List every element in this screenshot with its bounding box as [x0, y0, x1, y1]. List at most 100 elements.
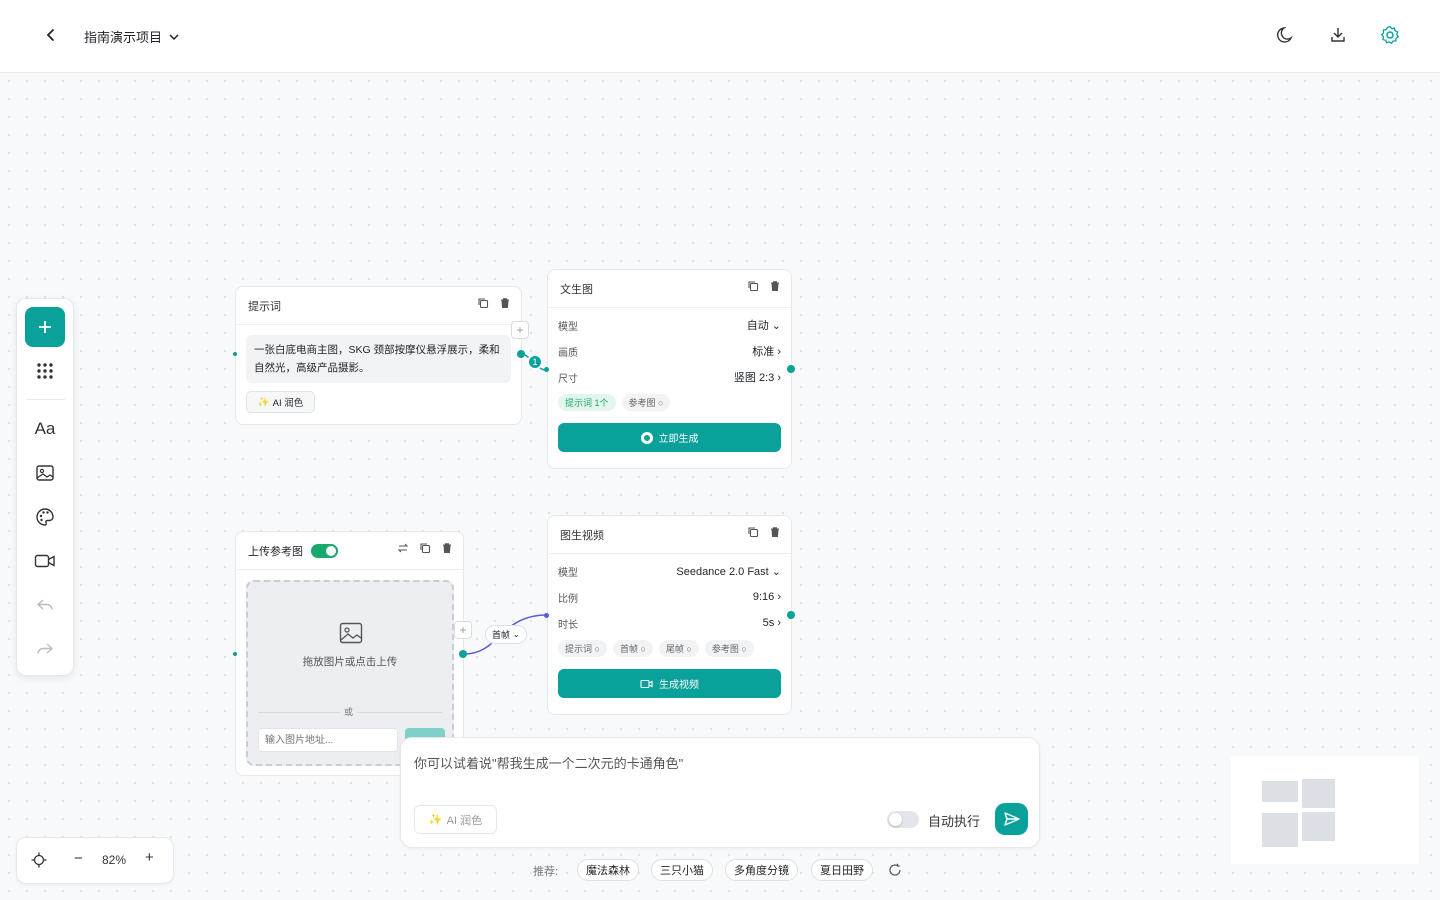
- chevron-right-icon: ›: [777, 346, 781, 358]
- copy-icon[interactable]: [477, 297, 489, 309]
- zoom-in-button[interactable]: +: [145, 849, 154, 866]
- zoom-out-button[interactable]: −: [74, 850, 83, 867]
- auto-execute-toggle[interactable]: [887, 811, 919, 828]
- recommend-label: 推荐:: [533, 866, 559, 878]
- i2v-title: 图生视频: [560, 529, 604, 542]
- or-label: 或: [340, 705, 358, 718]
- chevron-right-icon: ›: [777, 591, 781, 603]
- t2i-size-label: 尺寸: [558, 373, 578, 385]
- trash-icon[interactable]: [499, 297, 511, 309]
- upload-enable-toggle[interactable]: [311, 543, 338, 558]
- send-button[interactable]: [995, 803, 1028, 835]
- t2i-quality-value: 标准: [752, 346, 775, 358]
- i2v-chip-first-frame: 首帧 ○: [612, 640, 653, 657]
- upload-input-port[interactable]: [233, 652, 237, 656]
- spinner-icon: [640, 431, 653, 444]
- i2v-model-label: 模型: [558, 567, 578, 579]
- sparkle-icon: ✨: [257, 396, 270, 408]
- i2v-ratio-label: 比例: [558, 593, 578, 605]
- upload-output-port[interactable]: [459, 650, 467, 658]
- copy-icon[interactable]: [747, 280, 759, 292]
- prompt-output-port[interactable]: [517, 350, 525, 358]
- t2i-input-port[interactable]: [544, 367, 549, 372]
- chevron-down-icon: ⌄: [771, 320, 781, 332]
- upload-drop-text: 拖放图片或点击上传: [302, 656, 398, 668]
- generate-video-button[interactable]: 生成视频: [558, 669, 781, 698]
- t2i-header: 文生图: [548, 270, 791, 308]
- i2v-ratio-value: 9:16: [752, 591, 775, 603]
- t2i-quality-row[interactable]: 画质 标准 ›: [548, 338, 791, 364]
- t2i-output-port[interactable]: [787, 365, 795, 373]
- image-to-video-node[interactable]: 图生视频 模型 Seedance 2.0 Fast ⌄ 比例 9:16 › 时长 5s…: [547, 515, 792, 715]
- i2v-model-row[interactable]: 模型 Seedance 2.0 Fast ⌄: [548, 558, 791, 584]
- chevron-right-icon: ›: [777, 372, 781, 384]
- zoom-level: 82%: [102, 853, 127, 867]
- prompt-node-title: 提示词: [248, 300, 281, 313]
- send-icon: [1003, 812, 1020, 826]
- trash-icon[interactable]: [441, 542, 453, 554]
- text-to-image-node[interactable]: 文生图 模型 自动 ⌄ 画质 标准 › 尺寸 竖图 2:3 › 提示词 1个 参考图 …: [547, 269, 792, 469]
- t2i-title: 文生图: [560, 283, 593, 296]
- trash-icon[interactable]: [769, 526, 781, 538]
- prompt-node-header: 提示词: [236, 287, 521, 325]
- t2i-model-row[interactable]: 模型 自动 ⌄: [548, 312, 791, 338]
- chevron-right-icon: ›: [777, 617, 781, 629]
- t2i-quality-label: 画质: [558, 347, 578, 359]
- i2v-ratio-row[interactable]: 比例 9:16 ›: [548, 584, 791, 610]
- copy-icon[interactable]: [747, 526, 759, 538]
- upload-title: 上传参考图: [248, 545, 303, 558]
- chevron-down-icon: ⌄: [513, 630, 520, 639]
- i2v-duration-row[interactable]: 时长 5s ›: [548, 610, 791, 636]
- image-url-input[interactable]: [258, 728, 398, 752]
- t2i-model-value: 自动: [746, 320, 769, 332]
- minimap-node: [1262, 781, 1298, 802]
- copy-icon[interactable]: [419, 542, 431, 554]
- i2v-input-chips: 提示词 ○ 首帧 ○ 尾帧 ○ 参考图 ○: [548, 636, 791, 661]
- video-icon: [640, 679, 653, 688]
- chat-ai-polish-button[interactable]: ✨ AI 润色: [414, 805, 497, 834]
- chat-input[interactable]: 你可以试着说"帮我生成一个二次元的卡通角色": [414, 753, 683, 772]
- image-placeholder-icon: [339, 622, 363, 644]
- edge-frame-selector[interactable]: 首帧 ⌄: [485, 625, 527, 644]
- prompt-text[interactable]: 一张白底电商主图，SKG 颈部按摩仪悬浮展示，柔和自然光，高级产品摄影。: [246, 335, 511, 383]
- t2i-size-value: 竖图 2:3: [733, 372, 775, 384]
- auto-execute-label: 自动执行: [928, 814, 981, 829]
- recommend-chip[interactable]: 夏日田野: [811, 859, 873, 881]
- trash-icon[interactable]: [769, 280, 781, 292]
- refresh-icon[interactable]: [888, 863, 902, 877]
- upload-header: 上传参考图: [236, 532, 463, 570]
- connection-count-badge: 1: [527, 354, 543, 370]
- sparkle-icon: ✨: [428, 814, 443, 826]
- fit-view-icon[interactable]: [30, 851, 48, 869]
- minimap-node: [1302, 779, 1335, 808]
- t2i-chip-prompt: 提示词 1个: [558, 394, 616, 411]
- chat-composer: 你可以试着说"帮我生成一个二次元的卡通角色" ✨ AI 润色 自动执行: [400, 737, 1040, 848]
- prompt-node[interactable]: 提示词 一张白底电商主图，SKG 颈部按摩仪悬浮展示，柔和自然光，高级产品摄影。…: [235, 286, 522, 425]
- i2v-output-port[interactable]: [787, 611, 795, 619]
- zoom-controls: − 82% +: [16, 837, 174, 884]
- i2v-chip-reference: 参考图 ○: [704, 640, 754, 657]
- t2i-size-row[interactable]: 尺寸 竖图 2:3 ›: [548, 364, 791, 390]
- swap-icon[interactable]: [397, 542, 409, 554]
- recommend-chip[interactable]: 魔法森林: [577, 859, 639, 881]
- t2i-model-label: 模型: [558, 321, 578, 333]
- i2v-chip-last-frame: 尾帧 ○: [658, 640, 699, 657]
- generate-now-button[interactable]: 立即生成: [558, 423, 781, 452]
- minimap[interactable]: [1231, 756, 1419, 864]
- minimap-node: [1302, 812, 1335, 841]
- minimap-node: [1262, 813, 1298, 847]
- chevron-down-icon: ⌄: [771, 565, 781, 578]
- t2i-input-chips: 提示词 1个 参考图 ○: [548, 390, 791, 415]
- t2i-chip-reference: 参考图 ○: [621, 394, 671, 411]
- upload-add-next-button[interactable]: +: [454, 621, 472, 639]
- i2v-input-port[interactable]: [544, 613, 549, 618]
- recommend-chip[interactable]: 多角度分镜: [725, 859, 798, 881]
- recommend-chip[interactable]: 三只小猫: [651, 859, 713, 881]
- i2v-header: 图生视频: [548, 516, 791, 554]
- prompt-ai-polish-button[interactable]: ✨ AI 润色: [246, 391, 315, 413]
- i2v-chip-prompt: 提示词 ○: [558, 640, 607, 657]
- prompt-input-port[interactable]: [233, 352, 237, 356]
- i2v-duration-value: 5s: [762, 617, 775, 629]
- i2v-duration-label: 时长: [558, 619, 578, 631]
- prompt-add-next-button[interactable]: +: [511, 321, 529, 339]
